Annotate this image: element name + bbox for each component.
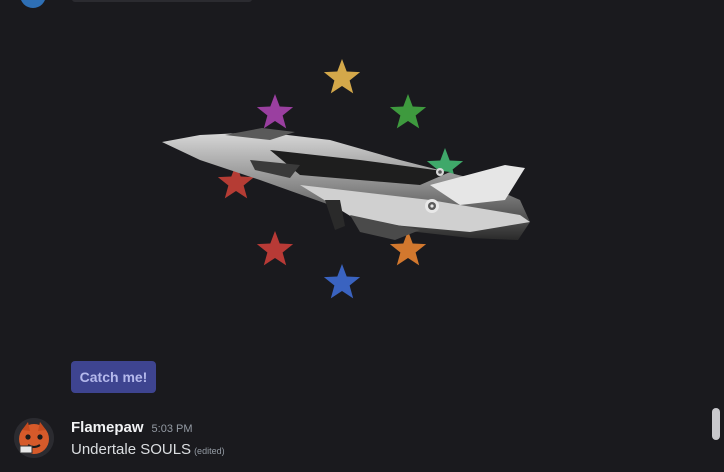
star-icon xyxy=(256,231,294,266)
previous-message-fragment xyxy=(0,0,724,8)
message-content: Undertale SOULS (edited) xyxy=(71,441,225,458)
flamepaw-avatar-icon xyxy=(14,418,54,458)
star-icon xyxy=(323,264,361,299)
edited-label: (edited) xyxy=(194,446,225,456)
timestamp: 5:03 PM xyxy=(151,423,193,435)
username[interactable]: Flamepaw xyxy=(71,419,144,436)
previous-message-text xyxy=(72,0,252,2)
catch-me-button[interactable]: Catch me! xyxy=(71,361,156,393)
message-text: Undertale SOULS xyxy=(71,441,192,458)
jet-with-stars-image xyxy=(162,59,530,299)
jet-image xyxy=(162,128,530,240)
chat-message: Flamepaw 5:03 PM Undertale SOULS (edited) xyxy=(0,408,724,472)
star-icon xyxy=(389,94,427,129)
star-icon xyxy=(256,94,294,129)
previous-avatar xyxy=(20,0,46,8)
star-icon xyxy=(323,59,361,94)
scrollbar-thumb[interactable] xyxy=(712,408,720,440)
avatar[interactable] xyxy=(14,418,54,458)
